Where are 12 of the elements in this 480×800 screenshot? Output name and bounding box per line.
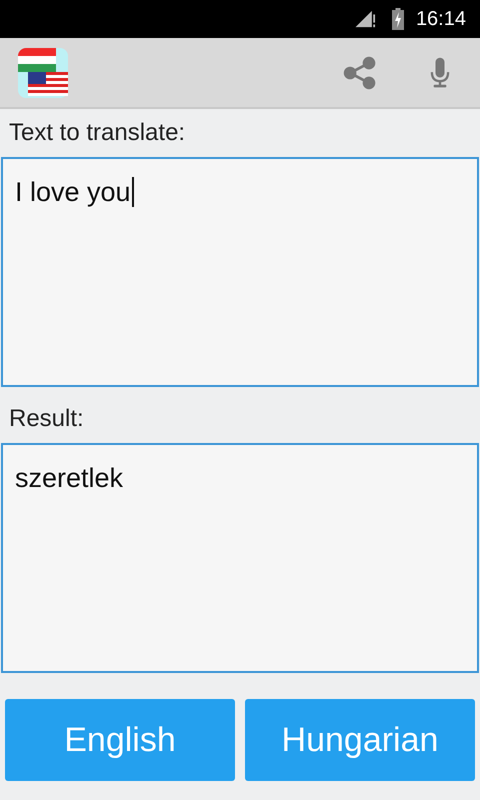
language-button[interactable]: Hungarian — [245, 699, 475, 781]
result-label: Result: — [9, 404, 85, 434]
status-time: 16:14 — [416, 8, 466, 30]
input-label: Text to translate: — [9, 118, 186, 148]
battery-charging-icon — [392, 8, 404, 30]
result-box: szeretlek — [1, 443, 479, 673]
signal-icon — [354, 9, 376, 29]
share-icon — [342, 54, 378, 90]
language-button[interactable]: English — [5, 699, 235, 781]
flags-logo-icon — [18, 48, 68, 98]
text-cursor — [132, 177, 134, 207]
input-field[interactable]: I love you — [1, 157, 479, 387]
